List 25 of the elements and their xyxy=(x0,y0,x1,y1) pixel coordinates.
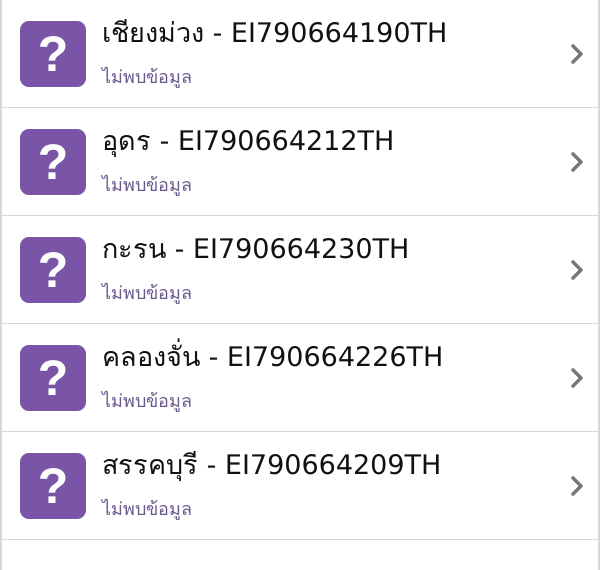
chevron-icon xyxy=(570,474,584,496)
chevron-icon xyxy=(570,366,584,388)
question-icon: ? xyxy=(20,20,86,86)
item-title: อุดร - EI790664212TH xyxy=(102,124,396,160)
item-status: ไม่พบข้อมูล xyxy=(102,282,193,306)
question-icon: ? xyxy=(20,236,86,302)
item-title: สรรคบุรี - EI790664209TH xyxy=(102,448,442,484)
item-title: เชียงม่วง - EI790664190TH xyxy=(102,16,448,50)
question-icon: ? xyxy=(20,128,86,194)
list-row[interactable]: ? อุดร - EI790664212TH ไม่พบข้อมูล xyxy=(2,108,598,216)
list-row[interactable]: ? สรรคบุรี - EI790664209TH ไม่พบข้อมูล xyxy=(2,432,598,540)
chevron-icon xyxy=(570,258,584,280)
item-status: ไม่พบข้อมูล xyxy=(102,174,193,198)
list-row[interactable]: ? เชียงม่วง - EI790664190TH ไม่พบข้อมูล xyxy=(2,0,598,108)
question-icon: ? xyxy=(20,344,86,410)
item-status: ไม่พบข้อมูล xyxy=(102,66,193,90)
item-status: ไม่พบข้อมูล xyxy=(102,390,193,414)
list-row[interactable]: ? กะรน - EI790664230TH ไม่พบข้อมูล xyxy=(2,216,598,324)
chevron-icon xyxy=(570,150,584,172)
list-row[interactable]: ? คลองจั่น - EI790664226TH ไม่พบข้อมูล xyxy=(2,324,598,432)
item-title: กะรน - EI790664230TH xyxy=(102,232,410,266)
item-title: คลองจั่น - EI790664226TH xyxy=(102,334,570,378)
question-icon: ? xyxy=(20,452,86,518)
chevron-icon xyxy=(570,42,584,64)
item-status: ไม่พบข้อมูล xyxy=(102,498,193,522)
